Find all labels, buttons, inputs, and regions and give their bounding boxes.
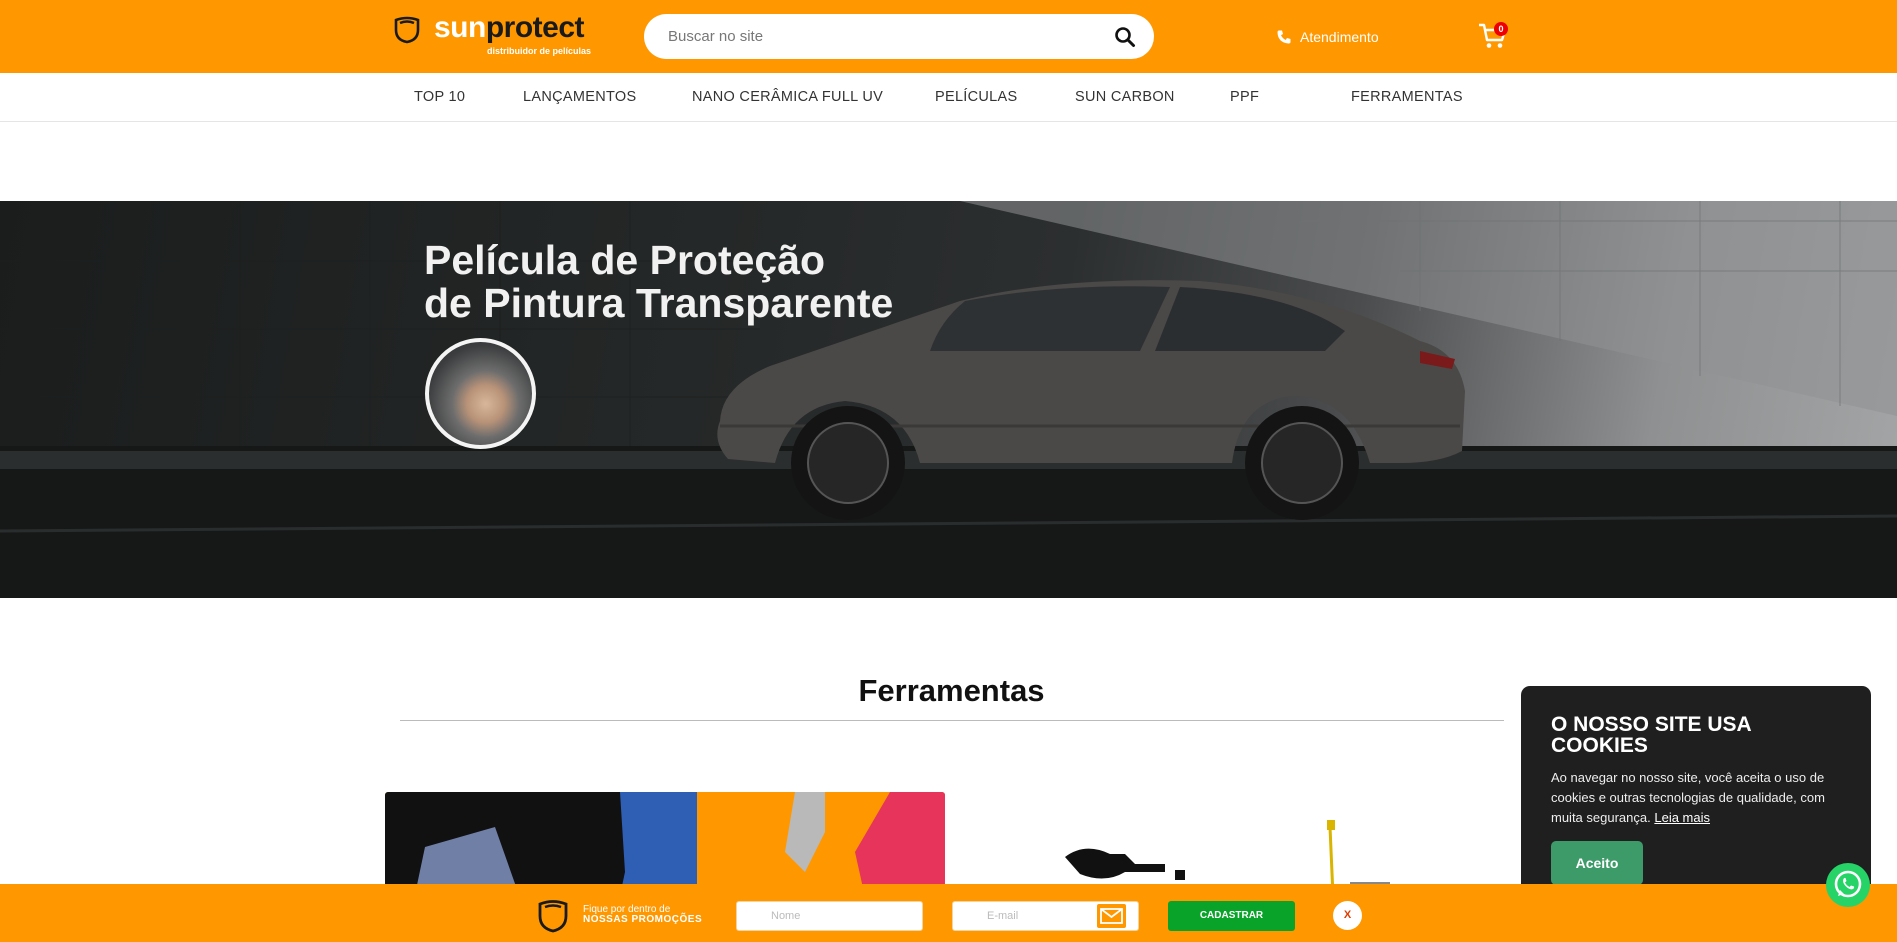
atendimento-label: Atendimento bbox=[1300, 29, 1379, 45]
nav-item-sun-carbon[interactable]: SUN CARBON bbox=[1075, 89, 1175, 105]
envelope-icon bbox=[1097, 904, 1126, 928]
nav-item-nano-ceramica[interactable]: NANO CERÂMICA FULL UV bbox=[692, 89, 883, 105]
hero-banner[interactable]: Película de Proteção de Pintura Transpar… bbox=[0, 201, 1897, 598]
nav-item-peliculas[interactable]: PELÍCULAS bbox=[935, 89, 1018, 105]
site-logo[interactable]: sunprotect distribuidor de películas bbox=[392, 12, 602, 60]
nav-item-lancamentos[interactable]: LANÇAMENTOS bbox=[523, 89, 636, 105]
atendimento-link[interactable]: Atendimento bbox=[1276, 26, 1379, 48]
cookie-read-more-link[interactable]: Leia mais bbox=[1654, 810, 1710, 825]
search-input[interactable] bbox=[668, 14, 1098, 59]
shield-logo-icon bbox=[538, 900, 568, 933]
cookie-banner: O NOSSO SITE USA COOKIES Ao navegar no n… bbox=[1521, 686, 1871, 915]
newsletter-line2: NOSSAS PROMOÇÕES bbox=[583, 914, 703, 925]
whatsapp-icon bbox=[1834, 870, 1862, 898]
hero-product-badge-image bbox=[425, 338, 536, 449]
newsletter-name-input[interactable] bbox=[736, 901, 923, 931]
nav-item-top10[interactable]: TOP 10 bbox=[414, 89, 465, 105]
nav-item-ferramentas[interactable]: FERRAMENTAS bbox=[1351, 89, 1463, 105]
hero-background-wall bbox=[0, 201, 1897, 598]
cart-count-badge: 0 bbox=[1494, 22, 1508, 36]
cookie-accept-button[interactable]: Aceito bbox=[1551, 841, 1643, 885]
search-icon[interactable] bbox=[1114, 26, 1136, 48]
hero-title: Película de Proteção de Pintura Transpar… bbox=[424, 237, 894, 326]
newsletter-close-button[interactable]: X bbox=[1333, 901, 1362, 930]
logo-subtitle: distribuidor de películas bbox=[487, 46, 592, 56]
shield-logo-icon bbox=[394, 16, 420, 44]
newsletter-bar bbox=[0, 884, 1897, 942]
section-divider bbox=[400, 720, 1504, 721]
cookie-text: Ao navegar no nosso site, você aceita o … bbox=[1551, 770, 1825, 825]
newsletter-submit-button[interactable]: CADASTRAR bbox=[1168, 901, 1295, 931]
cookie-title: O NOSSO SITE USA COOKIES bbox=[1551, 713, 1751, 757]
logo-wordmark: sunprotect bbox=[434, 11, 585, 44]
whatsapp-button[interactable] bbox=[1826, 863, 1870, 907]
phone-icon bbox=[1277, 30, 1291, 44]
nav-item-ppf[interactable]: PPF bbox=[1230, 89, 1259, 105]
main-nav: TOP 10 LANÇAMENTOS NANO CERÂMICA FULL UV… bbox=[0, 73, 1897, 122]
search-box bbox=[644, 14, 1154, 59]
